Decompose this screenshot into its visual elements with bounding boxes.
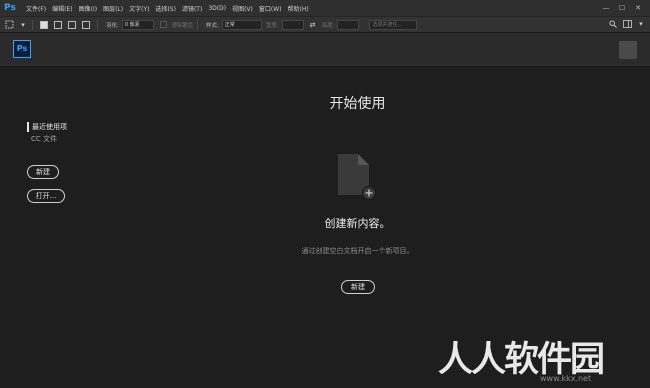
sidebar-item-cc-files[interactable]: CC 文件 — [31, 134, 57, 144]
toolbar-divider — [32, 19, 33, 30]
antialias-checkbox[interactable] — [159, 21, 167, 28]
avatar[interactable] — [619, 41, 637, 59]
menu-window[interactable]: 窗口(W) — [259, 4, 282, 13]
app-logo-small: Ps — [4, 3, 16, 13]
dropdown-arrow-icon[interactable]: ▾ — [18, 20, 28, 30]
width-label: 宽度: — [265, 22, 279, 29]
menu-layer[interactable]: 图层(L) — [103, 4, 123, 13]
feather-input[interactable]: 0 像素 — [121, 19, 154, 30]
menu-3d[interactable]: 3D(D) — [208, 5, 226, 12]
workspace-dropdown-icon[interactable]: ▾ — [636, 19, 646, 29]
toolbar-right: ▾ — [604, 19, 646, 29]
home-header: Ps — [0, 33, 650, 67]
photoshop-logo: Ps — [13, 40, 31, 58]
height-input[interactable] — [337, 19, 360, 30]
select-mask-button[interactable]: 选择并遮住... — [369, 19, 418, 30]
subtract-selection-icon[interactable] — [68, 20, 76, 29]
menu-bar: Ps 文件(F) 编辑(E) 图像(I) 图层(L) 文字(Y) 选择(S) 滤… — [0, 0, 650, 17]
menu-help[interactable]: 帮助(H) — [288, 4, 309, 13]
antialias-label: 消除锯齿 — [170, 22, 193, 29]
menu-image[interactable]: 图像(I) — [79, 4, 97, 13]
watermark-url: www.kkx.net — [540, 374, 592, 383]
menu-type[interactable]: 文字(Y) — [129, 4, 149, 13]
close-button[interactable]: ✕ — [630, 2, 646, 14]
page-title: 开始使用 — [329, 96, 386, 112]
sidebar-new-button[interactable]: 新建 — [27, 165, 59, 179]
menu-select[interactable]: 选择(S) — [155, 4, 176, 13]
menu-filter[interactable]: 滤镜(T) — [182, 4, 202, 13]
width-input[interactable] — [281, 19, 304, 30]
options-bar: ▾ 羽化: 0 像素 消除锯齿 样式: 正常 宽度: ⇄ 高度: 选择并遮住..… — [0, 17, 650, 33]
style-label: 样式: — [205, 22, 219, 29]
window-controls: — ☐ ✕ — [598, 2, 646, 14]
main-new-button[interactable]: 新建 — [341, 280, 375, 294]
marquee-tool-icon[interactable] — [4, 20, 14, 30]
new-document-icon — [336, 153, 378, 201]
toolbar-divider — [97, 19, 98, 30]
menu-view[interactable]: 视图(V) — [232, 4, 253, 13]
sidebar-open-button[interactable]: 打开... — [27, 189, 65, 203]
maximize-button[interactable]: ☐ — [614, 2, 630, 14]
intersect-selection-icon[interactable] — [82, 20, 90, 29]
create-heading: 创建新内容。 — [324, 217, 391, 230]
search-icon[interactable] — [608, 19, 618, 29]
swap-icon[interactable]: ⇄ — [308, 20, 318, 30]
workspace-icon[interactable] — [622, 19, 632, 29]
create-description: 通过创建空白文档开启一个新项目。 — [301, 247, 414, 255]
menu-edit[interactable]: 编辑(E) — [52, 4, 72, 13]
add-selection-icon[interactable] — [54, 20, 62, 29]
style-select[interactable]: 正常 — [221, 19, 262, 30]
height-label: 高度: — [321, 22, 335, 29]
menu-file[interactable]: 文件(F) — [26, 4, 46, 13]
new-selection-icon[interactable] — [40, 20, 48, 29]
feather-label: 羽化: — [106, 22, 119, 29]
sidebar-item-recent[interactable]: 最近使用项 — [27, 122, 67, 132]
minimize-button[interactable]: — — [598, 2, 614, 14]
toolbar-divider — [196, 19, 198, 30]
